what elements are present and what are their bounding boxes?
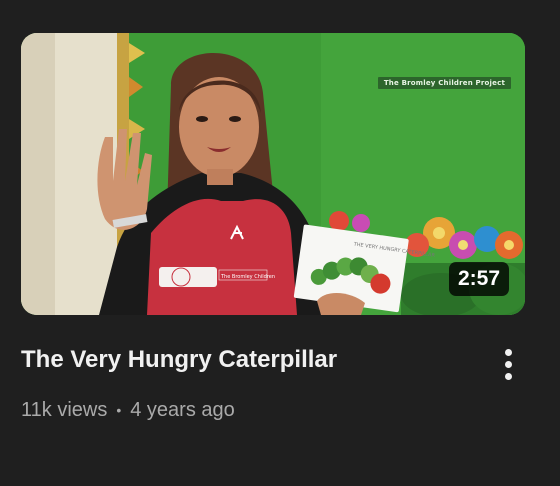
menu-dot — [504, 360, 512, 368]
channel-watermark: The Bromley Children Project — [377, 77, 511, 89]
menu-dot — [504, 348, 512, 356]
video-card: The Bromley Children THE VERY HUNGRY CAT… — [0, 0, 560, 486]
upload-age: 4 years ago — [130, 399, 235, 421]
menu-dot — [504, 372, 512, 380]
meta-separator: • — [116, 402, 122, 418]
video-title[interactable]: The Very Hungry Caterpillar — [21, 345, 461, 375]
duration-badge: 2:57 — [448, 262, 509, 296]
video-thumbnail[interactable]: The Bromley Children THE VERY HUNGRY CAT… — [21, 33, 525, 315]
view-count: 11k views — [21, 399, 108, 421]
apron-text: The Bromley Children — [220, 274, 275, 280]
more-vert-icon[interactable] — [492, 342, 524, 386]
video-metadata: 11k views • 4 years ago — [21, 396, 235, 424]
